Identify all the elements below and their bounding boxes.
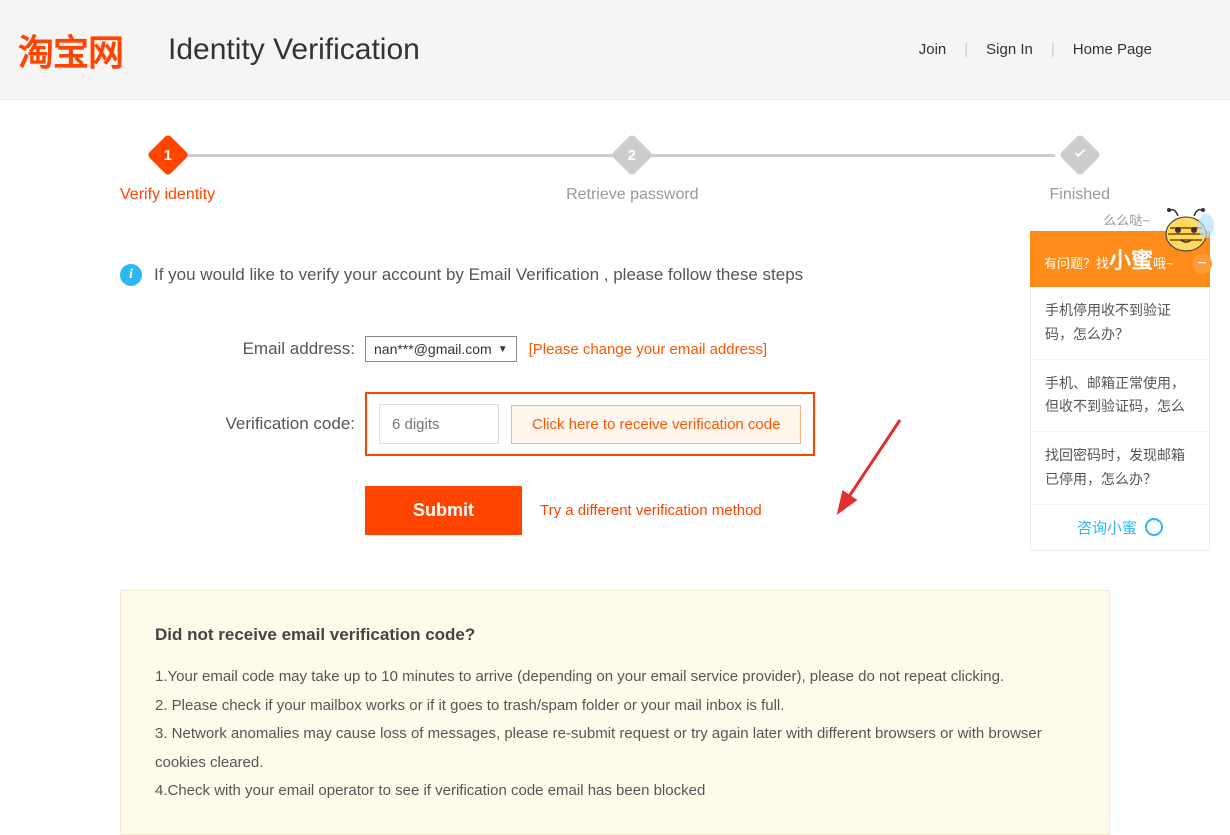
submit-button[interactable]: Submit [365,486,522,535]
info-row: i If you would like to verify your accou… [120,264,1110,286]
code-label: Verification code: [195,414,355,434]
taobao-logo[interactable]: 淘宝网 [18,24,123,76]
code-row: Verification code: Click here to receive… [195,392,1110,456]
step-label-2: Retrieve password [566,186,699,204]
faq-item[interactable]: 手机、邮箱正常使用，但收不到验证码，怎么 [1031,360,1209,433]
consult-link[interactable]: 咨询小蜜 [1031,505,1209,550]
widget-header-big: 小蜜 [1109,243,1153,275]
top-nav: Join | Sign In | Home Page [901,41,1170,58]
help-line: 3. Network anomalies may cause loss of m… [155,720,1075,777]
email-select[interactable]: nan***@gmail.com ▼ [365,336,517,362]
header-bar: 淘宝网 Identity Verification Join | Sign In… [0,0,1230,100]
consult-label: 咨询小蜜 [1077,517,1137,538]
email-row: Email address: nan***@gmail.com ▼ [Pleas… [195,336,1110,362]
step-indicator: 1 Verify identity 2 Retrieve password Fi… [120,140,1110,204]
info-icon: i [120,264,142,286]
highlight-box: Click here to receive verification code [365,392,815,456]
step-badge-3 [1059,134,1101,176]
step-3: Finished [1050,140,1110,204]
email-value: nan***@gmail.com [374,341,492,357]
minimize-widget-button[interactable]: − [1192,254,1212,274]
nav-home[interactable]: Home Page [1055,41,1170,58]
receive-code-button[interactable]: Click here to receive verification code [511,405,801,444]
alt-method-link[interactable]: Try a different verification method [540,502,762,519]
step-2: 2 Retrieve password [566,140,699,204]
nav-signin[interactable]: Sign In [968,41,1051,58]
step-badge-2: 2 [611,134,653,176]
check-icon [1073,146,1087,164]
change-email-link[interactable]: [Please change your email address] [529,341,767,358]
widget-header-pre: 有问题？找 [1044,253,1109,272]
email-label: Email address: [195,339,355,359]
bee-mascot-icon [1156,200,1216,260]
help-line: 2. Please check if your mailbox works or… [155,692,1075,721]
step-badge-1: 1 [146,134,188,176]
help-title: Did not receive email verification code? [155,619,1075,651]
help-line: 4.Check with your email operator to see … [155,777,1075,806]
chevron-down-icon: ▼ [498,344,508,355]
help-panel: Did not receive email verification code?… [120,590,1110,835]
submit-row: Submit Try a different verification meth… [365,486,1110,535]
info-text: If you would like to verify your account… [154,265,803,285]
help-widget: 么么哒~ − 有问题？找 小蜜 哦~ 手机停用收不到验证码，怎么办？ 手机、邮箱… [1030,210,1210,551]
step-label-1: Verify identity [120,186,215,204]
faq-item[interactable]: 找回密码时，发现邮箱已停用，怎么办？ [1031,432,1209,505]
help-line: 1.Your email code may take up to 10 minu… [155,663,1075,692]
verification-form: Email address: nan***@gmail.com ▼ [Pleas… [195,336,1110,535]
step-label-3: Finished [1050,186,1110,204]
page-title: Identity Verification [168,33,420,67]
step-1: 1 Verify identity [120,140,215,204]
faq-item[interactable]: 手机停用收不到验证码，怎么办？ [1031,287,1209,360]
widget-body: 手机停用收不到验证码，怎么办？ 手机、邮箱正常使用，但收不到验证码，怎么 找回密… [1030,287,1210,551]
verification-code-input[interactable] [379,404,499,444]
nav-join[interactable]: Join [901,41,965,58]
chat-icon [1145,518,1163,536]
